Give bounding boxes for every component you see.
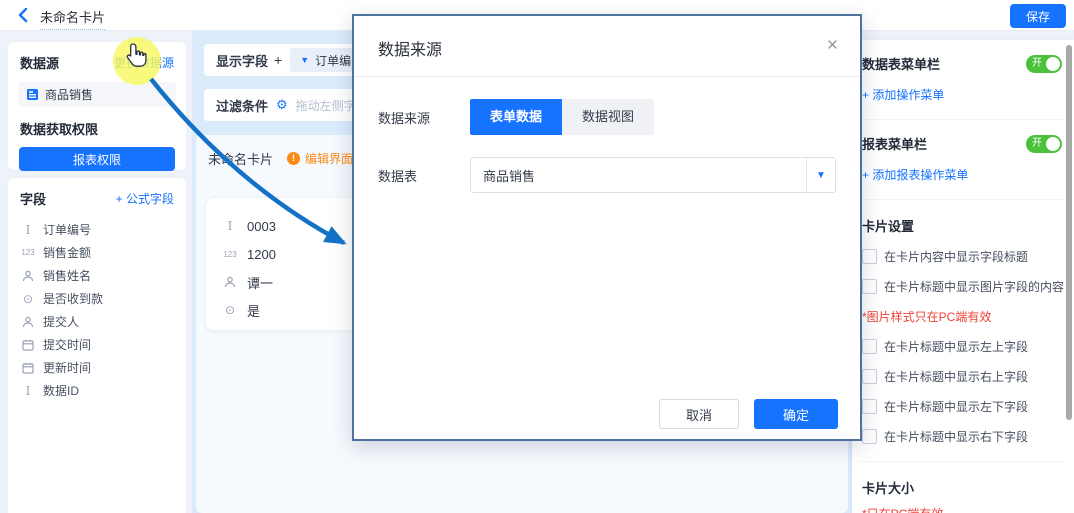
checkbox-row[interactable]: 在卡片标题中显示左上字段 [862, 338, 1062, 355]
field-row[interactable]: ⊙ 是否收到款 [20, 287, 174, 310]
gear-icon[interactable]: ⚙ [276, 97, 288, 113]
back-button[interactable] [16, 7, 30, 23]
form-icon [26, 88, 39, 101]
tab-form-data[interactable]: 表单数据 [470, 99, 562, 135]
warning-icon: ! [287, 152, 300, 165]
fields-panel: 字段 + 公式字段 I 订单编号 123 销售金额 销售姓名 ⊙ 是否收到款 [8, 178, 186, 513]
toggle-knob [1046, 137, 1060, 151]
image-style-note: *图片样式只在PC端有效 [862, 308, 1062, 325]
checkbox-row[interactable]: 在卡片内容中显示字段标题 [862, 248, 1062, 265]
field-list: I 订单编号 123 销售金额 销售姓名 ⊙ 是否收到款 提交人 提交时间 [8, 214, 186, 406]
divider [354, 76, 860, 77]
save-button[interactable]: 保存 [1010, 4, 1066, 28]
divider [860, 461, 1064, 462]
report-menu-title: 报表菜单栏 [862, 134, 927, 153]
checkbox-row[interactable]: 在卡片标题中显示右下字段 [862, 428, 1062, 445]
tab-data-view[interactable]: 数据视图 [562, 99, 654, 135]
field-row[interactable]: I 数据ID [20, 379, 174, 402]
display-fields-label: 显示字段 [216, 51, 268, 70]
table-label: 数据表 [378, 166, 470, 185]
text-icon: I [222, 219, 238, 233]
card-canvas-title: 未命名卡片 [208, 149, 273, 168]
field-row[interactable]: I 订单编号 [20, 218, 174, 241]
add-field-button[interactable]: + [274, 52, 282, 68]
card-size-title: 卡片大小 [862, 478, 1062, 497]
card-settings-title: 卡片设置 [862, 216, 1062, 235]
text-icon: I [20, 223, 36, 237]
source-tabs: 表单数据 数据视图 [470, 99, 654, 135]
scrollbar-thumb[interactable] [1066, 45, 1072, 420]
person-icon [222, 276, 238, 288]
add-report-action-link[interactable]: + 添加报表操作菜单 [862, 166, 1062, 183]
table-menu-toggle[interactable]: 开 [1026, 55, 1062, 73]
close-icon[interactable]: × [827, 36, 838, 55]
table-select[interactable]: 商品销售 ▼ [470, 157, 836, 193]
checkbox-icon [862, 339, 877, 354]
filter-label: 过滤条件 [216, 96, 268, 115]
datasource-modal: 数据来源 × 数据来源 表单数据 数据视图 数据表 商品销售 ▼ 取消 确定 [352, 14, 862, 441]
caret-down-icon: ▼ [806, 158, 835, 192]
toggle-knob [1046, 57, 1060, 71]
field-row[interactable]: 提交人 [20, 310, 174, 333]
app-window: 未命名卡片 保存 数据源 更换数据源 商品销售 数据获取权限 报表权限 字段 +… [0, 0, 1074, 513]
formula-field-link[interactable]: + 公式字段 [116, 190, 174, 207]
modal-title: 数据来源 [354, 16, 860, 60]
table-menu-title: 数据表菜单栏 [862, 54, 940, 73]
report-menu-toggle[interactable]: 开 [1026, 135, 1062, 153]
settings-panel: 数据表菜单栏 开 + 添加操作菜单 报表菜单栏 开 + 添加报表操作菜单 卡片设… [852, 40, 1074, 513]
checkbox-icon [862, 399, 877, 414]
fields-title: 字段 [20, 189, 46, 208]
checkbox-row[interactable]: 在卡片标题中显示左下字段 [862, 398, 1062, 415]
calendar-icon [20, 339, 36, 351]
checkbox-icon [862, 369, 877, 384]
text-icon: I [20, 384, 36, 398]
checkbox-icon [862, 249, 877, 264]
datasource-item[interactable]: 商品销售 [18, 82, 176, 107]
calendar-icon [20, 362, 36, 374]
change-datasource-link[interactable]: 更换数据源 [114, 54, 174, 71]
radio-icon: ⊙ [20, 292, 36, 306]
person-icon [20, 270, 36, 282]
person-icon [20, 316, 36, 328]
field-row[interactable]: 提交时间 [20, 333, 174, 356]
datasource-panel: 数据源 更换数据源 商品销售 数据获取权限 报表权限 [8, 42, 186, 170]
page-title[interactable]: 未命名卡片 [40, 7, 105, 30]
number-icon: 123 [20, 248, 36, 257]
checkbox-icon [862, 279, 877, 294]
field-row[interactable]: 销售姓名 [20, 264, 174, 287]
datasource-title: 数据源 [20, 53, 59, 72]
radio-icon: ⊙ [222, 303, 238, 317]
card-size-note: *只在PC端有效 [862, 505, 1062, 513]
permission-title: 数据获取权限 [8, 107, 186, 138]
number-icon: 123 [222, 250, 238, 259]
cancel-button[interactable]: 取消 [659, 399, 739, 429]
checkbox-row[interactable]: 在卡片标题中显示右上字段 [862, 368, 1062, 385]
add-action-menu-link[interactable]: + 添加操作菜单 [862, 86, 1062, 103]
table-select-value: 商品销售 [471, 166, 806, 185]
chevron-left-icon [16, 7, 30, 23]
checkbox-row[interactable]: 在卡片标题中显示图片字段的内容 [862, 278, 1062, 295]
datasource-item-label: 商品销售 [45, 86, 93, 103]
field-row[interactable]: 123 销售金额 [20, 241, 174, 264]
field-row[interactable]: 更新时间 [20, 356, 174, 379]
divider [860, 199, 1064, 200]
divider [860, 119, 1064, 120]
report-permission-button[interactable]: 报表权限 [19, 147, 175, 171]
checkbox-icon [862, 429, 877, 444]
confirm-button[interactable]: 确定 [754, 399, 838, 429]
source-label: 数据来源 [378, 108, 470, 127]
caret-down-icon: ▼ [300, 55, 309, 65]
